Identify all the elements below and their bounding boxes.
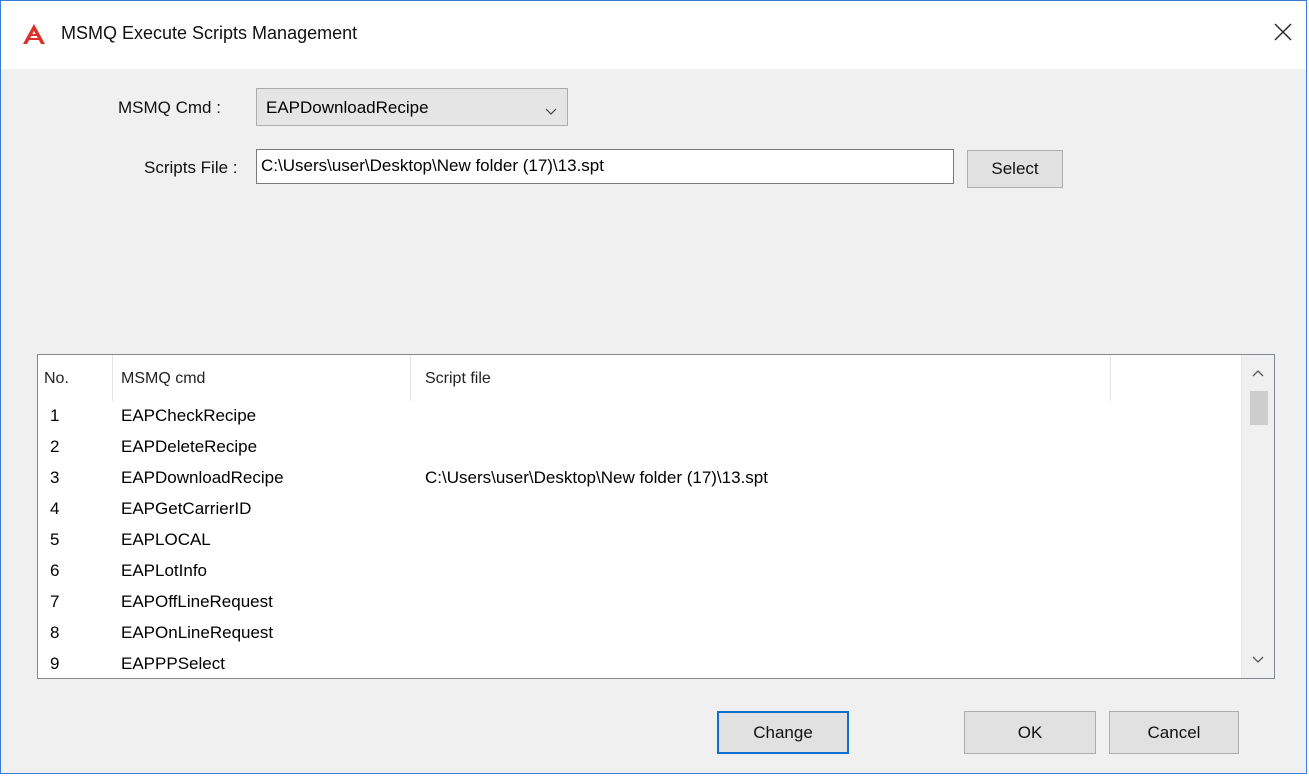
row-cmd: EAPDeleteRecipe	[121, 437, 258, 456]
list-item[interactable]: 8 EAPOnLineRequest	[38, 618, 1243, 649]
list-header: No. MSMQ cmd Script file	[38, 355, 1243, 401]
msmq-cmd-label: MSMQ Cmd :	[118, 98, 221, 117]
change-button[interactable]: Change	[717, 711, 849, 754]
column-header-msmq-cmd[interactable]: MSMQ cmd	[113, 355, 411, 401]
row-number: 6	[50, 561, 60, 580]
msmq-cmd-dropdown[interactable]: EAPDownloadRecipe	[256, 88, 568, 126]
scroll-up-button[interactable]	[1242, 361, 1274, 385]
chevron-up-icon	[1252, 364, 1264, 382]
list-item[interactable]: 5 EAPLOCAL	[38, 525, 1243, 556]
scroll-thumb[interactable]	[1250, 391, 1268, 425]
column-header-empty[interactable]	[1111, 355, 1243, 401]
row-number: 9	[50, 654, 60, 673]
list-item[interactable]: 4 EAPGetCarrierID	[38, 494, 1243, 525]
list-item[interactable]: 1 EAPCheckRecipe	[38, 401, 1243, 432]
row-number: 1	[50, 406, 60, 425]
close-button[interactable]	[1260, 11, 1306, 57]
close-icon	[1274, 23, 1292, 46]
row-cmd: EAPDownloadRecipe	[121, 468, 284, 487]
select-button[interactable]: Select	[967, 150, 1063, 188]
row-cmd: EAPOnLineRequest	[121, 623, 274, 642]
row-number: 4	[50, 499, 60, 518]
list-item[interactable]: 7 EAPOffLineRequest	[38, 587, 1243, 618]
row-number: 3	[50, 468, 60, 487]
chevron-down-icon	[545, 103, 557, 115]
row-file: C:\Users\user\Desktop\New folder (17)\13…	[425, 468, 768, 487]
title-bar: MSMQ Execute Scripts Management	[1, 1, 1306, 69]
app-logo-icon	[22, 23, 46, 45]
ok-button[interactable]: OK	[964, 711, 1096, 754]
row-number: 5	[50, 530, 60, 549]
row-cmd: EAPPPSelect	[121, 654, 225, 673]
vertical-scrollbar[interactable]	[1241, 355, 1274, 678]
scripts-list-view[interactable]: No. MSMQ cmd Script file 1 EAPCheckRecip…	[37, 354, 1275, 679]
list-item[interactable]: 6 EAPLotInfo	[38, 556, 1243, 587]
scripts-file-input[interactable]: C:\Users\user\Desktop\New folder (17)\13…	[256, 149, 954, 184]
list-item[interactable]: 3 EAPDownloadRecipe C:\Users\user\Deskto…	[38, 463, 1243, 494]
row-cmd: EAPLOCAL	[121, 530, 211, 549]
list-item[interactable]: 2 EAPDeleteRecipe	[38, 432, 1243, 463]
column-header-script-file[interactable]: Script file	[411, 355, 1111, 401]
scripts-file-label: Scripts File :	[144, 158, 238, 177]
row-number: 8	[50, 623, 60, 642]
column-header-no[interactable]: No.	[38, 355, 113, 401]
list-item[interactable]: 9 EAPPPSelect	[38, 649, 1243, 678]
scroll-down-button[interactable]	[1242, 648, 1274, 672]
list-rows: 1 EAPCheckRecipe 2 EAPDeleteRecipe 3 EAP…	[38, 401, 1243, 678]
row-number: 7	[50, 592, 60, 611]
msmq-cmd-selected: EAPDownloadRecipe	[266, 98, 429, 117]
window-title: MSMQ Execute Scripts Management	[61, 23, 358, 43]
row-cmd: EAPOffLineRequest	[121, 592, 273, 611]
row-cmd: EAPCheckRecipe	[121, 406, 257, 425]
row-number: 2	[50, 437, 60, 456]
row-cmd: EAPLotInfo	[121, 561, 208, 580]
row-cmd: EAPGetCarrierID	[121, 499, 252, 518]
cancel-button[interactable]: Cancel	[1109, 711, 1239, 754]
chevron-down-icon	[1252, 651, 1264, 669]
dialog-window: MSMQ Execute Scripts Management MSMQ Cmd…	[0, 0, 1307, 774]
